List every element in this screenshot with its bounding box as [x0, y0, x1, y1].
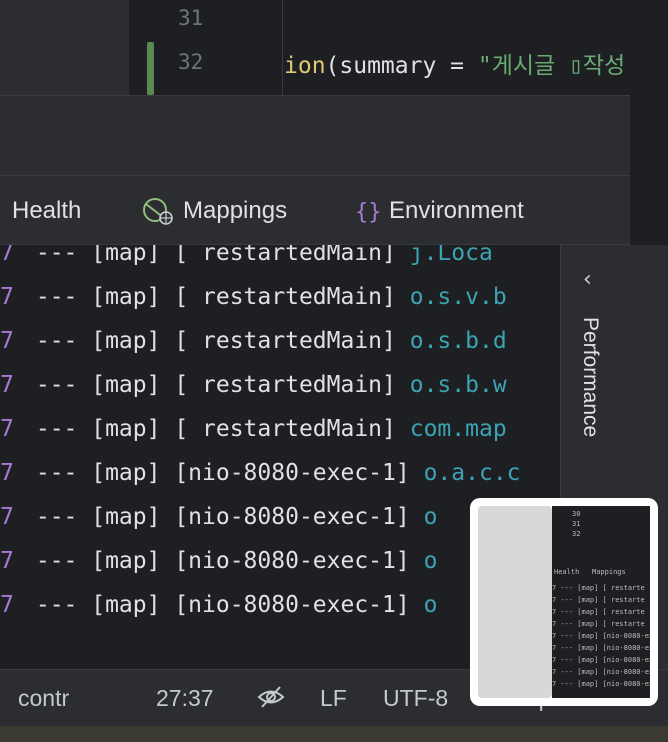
status-branch[interactable]: contr [18, 670, 69, 727]
log-pid: 7 [0, 592, 14, 618]
log-class[interactable]: j.Loca [410, 245, 493, 266]
log-pid: 7 [0, 416, 14, 442]
log-class[interactable]: o.a.c.c [424, 460, 521, 486]
status-line-ending[interactable]: LF [320, 670, 347, 727]
code-function-token: ion [284, 53, 326, 79]
vcs-change-marker[interactable] [147, 42, 154, 95]
log-pid: 7 [0, 460, 14, 486]
log-pid: 7 [0, 245, 14, 266]
chevron-left-icon[interactable]: ‹ [583, 267, 592, 292]
line-number: 32 [178, 50, 204, 74]
status-encoding[interactable]: UTF-8 [383, 670, 448, 727]
code-line[interactable]: ion(summary = "게시글 ▯작성 [284, 46, 625, 80]
log-row[interactable]: 7 --- [map] [ restartedMain] o.s.b.d [0, 319, 507, 363]
thumbnail-line-number: 31 [572, 520, 581, 528]
thumbnail-content: 30 31 32 Health Mappings 7 --- [map] [ r… [552, 506, 650, 698]
log-text: --- [map] [ restartedMain] [22, 372, 410, 398]
actuator-tabs: Health Mappings {} Environment [0, 175, 630, 245]
code-string-token: "게시글 ▯작성 [477, 53, 626, 79]
log-class[interactable]: com.map [410, 416, 507, 442]
log-row[interactable]: 7 --- [map] [nio-8080-exec-1] o.a.c.c [0, 451, 521, 495]
log-row[interactable]: 7 --- [map] [nio-8080-exec-1] o [0, 583, 437, 627]
line-number: 31 [178, 6, 204, 30]
tab-label: Mappings [183, 197, 288, 224]
log-text: --- [map] [nio-8080-exec-1] [22, 592, 424, 618]
code-editor[interactable]: ion(summary = "게시글 ▯작성 [284, 0, 630, 95]
run-toolbar [0, 95, 630, 175]
log-row[interactable]: 7 --- [map] [nio-8080-exec-1] o [0, 495, 437, 539]
log-class[interactable]: o.s.b.d [410, 328, 507, 354]
thumbnail-log-row: 7 --- [map] [ restarte [552, 608, 645, 616]
log-class[interactable]: o [424, 592, 438, 618]
thumbnail-log-row: 7 --- [map] [nio-8080-ex [552, 680, 650, 688]
log-text: --- [map] [ restartedMain] [22, 328, 410, 354]
status-caret-position[interactable]: 27:37 [156, 670, 214, 727]
log-pid: 7 [0, 328, 14, 354]
tab-label: Environment [389, 197, 524, 224]
thumbnail-line-number: 30 [572, 510, 581, 518]
screenshot-thumbnail[interactable]: 30 31 32 Health Mappings 7 --- [map] [ r… [470, 498, 658, 706]
log-class[interactable]: o [424, 504, 438, 530]
eye-off-icon[interactable] [257, 684, 285, 714]
thumbnail-tab: Health [554, 568, 580, 576]
log-text: --- [map] [nio-8080-exec-1] [22, 504, 424, 530]
editor-scrollbar[interactable] [630, 0, 668, 95]
log-text: --- [map] [nio-8080-exec-1] [22, 548, 424, 574]
tab-mappings[interactable]: Mappings [141, 176, 287, 246]
log-row[interactable]: 7 --- [map] [ restartedMain] o.s.b.w [0, 363, 507, 407]
thumbnail-log-row: 7 --- [map] [ restarte [552, 584, 645, 592]
right-tool-strip [630, 95, 668, 245]
thumbnail-log-row: 7 --- [map] [nio-8080-ex [552, 644, 650, 652]
log-pid: 7 [0, 372, 14, 398]
log-text: --- [map] [nio-8080-exec-1] [22, 460, 424, 486]
globe-icon [143, 198, 173, 225]
thumbnail-sidebar [478, 506, 552, 698]
log-row[interactable]: 7 --- [map] [ restartedMain] j.Loca [0, 245, 493, 275]
code-args-token: (summary = [325, 53, 478, 79]
thumbnail-line-number: 32 [572, 530, 581, 538]
thumbnail-log-row: 7 --- [map] [ restarte [552, 620, 645, 628]
log-row[interactable]: 7 --- [map] [ restartedMain] com.map [0, 407, 507, 451]
log-pid: 7 [0, 284, 14, 310]
log-text: --- [map] [ restartedMain] [22, 416, 410, 442]
log-text: --- [map] [ restartedMain] [22, 245, 410, 266]
log-pid: 7 [0, 548, 14, 574]
thumbnail-tab: Mappings [592, 568, 626, 576]
log-class[interactable]: o.s.v.b [410, 284, 507, 310]
braces-icon: {} [355, 200, 381, 225]
desktop-background [0, 726, 668, 742]
thumbnail-log-row: 7 --- [map] [nio-8080-ex [552, 668, 650, 676]
performance-label[interactable]: Performance [578, 317, 602, 437]
log-class[interactable]: o.s.b.w [410, 372, 507, 398]
thumbnail-log-row: 7 --- [map] [ restarte [552, 596, 645, 604]
tab-health[interactable]: Health [12, 176, 81, 246]
log-row[interactable]: 7 --- [map] [ restartedMain] o.s.v.b [0, 275, 507, 319]
tab-environment[interactable]: {} Environment [353, 176, 524, 246]
tab-label: Health [12, 197, 82, 224]
log-text: --- [map] [ restartedMain] [22, 284, 410, 310]
log-row[interactable]: 7 --- [map] [nio-8080-exec-1] o [0, 539, 437, 583]
project-panel-edge [0, 0, 130, 95]
thumbnail-log-row: 7 --- [map] [nio-8080-ex [552, 632, 650, 640]
svg-text:{}: {} [355, 200, 381, 225]
log-pid: 7 [0, 504, 14, 530]
thumbnail-log-row: 7 --- [map] [nio-8080-ex [552, 656, 650, 664]
log-class[interactable]: o [424, 548, 438, 574]
